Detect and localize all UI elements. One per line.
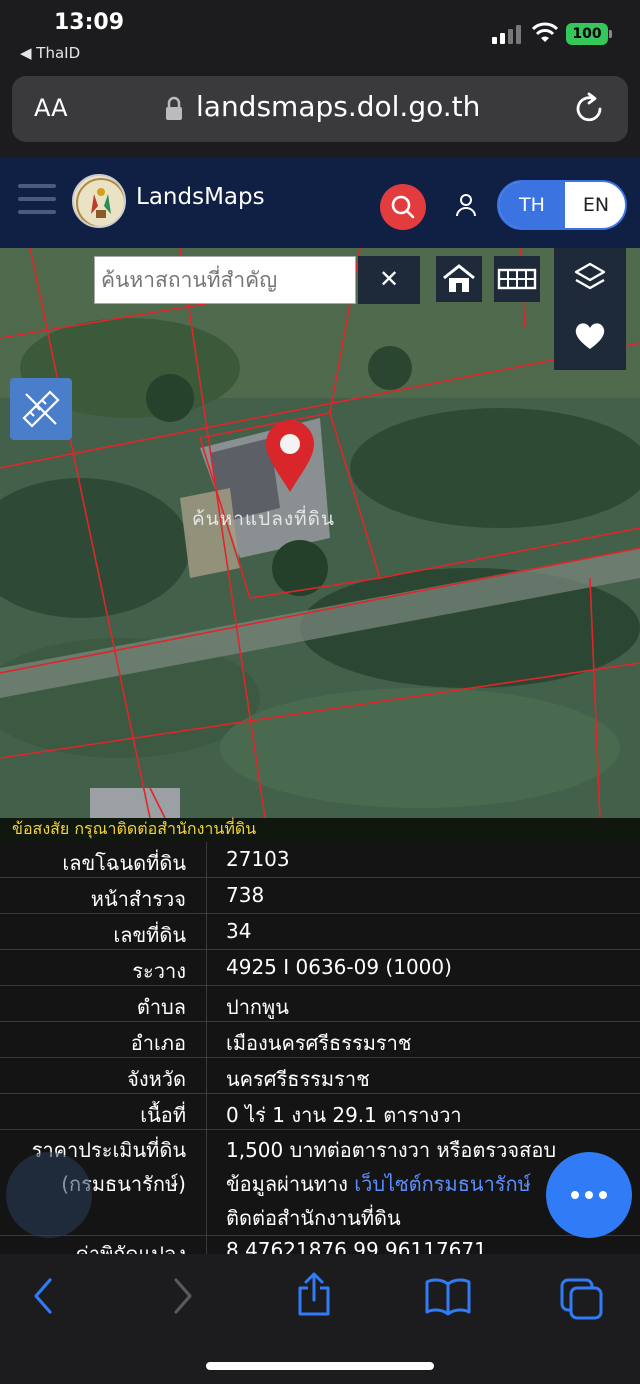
coords-row: ค่าพิกัดแปลง 8.47621876,99.96117671 — [0, 1236, 640, 1254]
tabs-icon[interactable] — [558, 1276, 606, 1320]
reload-icon[interactable] — [572, 92, 606, 126]
row-label: ระวาง — [132, 959, 186, 983]
row-value: นครศรีธรรมราช — [226, 1067, 370, 1091]
signal-icon — [492, 25, 521, 44]
row-value: 27103 — [226, 847, 290, 871]
site-header: LandsMaps TH EN — [0, 158, 640, 248]
back-arrow-icon[interactable] — [28, 1276, 60, 1316]
place-search-input[interactable] — [95, 257, 355, 303]
price-value-line3: ติดต่อสำนักงานที่ดิน — [226, 1206, 401, 1230]
grid-icon — [497, 268, 537, 290]
place-search-box[interactable] — [94, 256, 356, 304]
row-label: เลขโฉนดที่ดิน — [62, 851, 186, 875]
url-text[interactable]: landsmaps.dol.go.th — [196, 90, 480, 123]
language-toggle[interactable]: TH EN — [497, 180, 627, 230]
row-value: 34 — [226, 919, 252, 943]
table-row: ระวาง 4925 I 0636-09 (1000) — [0, 950, 640, 986]
share-icon[interactable] — [294, 1270, 334, 1318]
table-row: หน้าสำรวจ 738 — [0, 878, 640, 914]
table-row: ตำบล ปากพูน — [0, 986, 640, 1022]
row-label: หน้าสำรวจ — [90, 887, 186, 911]
price-value-line2: ข้อมูลผ่านทาง เว็บไซต์กรมธนารักษ์ — [226, 1168, 531, 1200]
row-label: ตำบล — [136, 995, 186, 1019]
row-label: เนื้อที่ — [140, 1103, 186, 1127]
home-button[interactable] — [436, 256, 482, 302]
wifi-icon — [532, 22, 558, 42]
status-time: 13:09 — [54, 10, 125, 35]
location-pin-icon — [266, 420, 314, 492]
coords-link[interactable]: 8.47621876,99.96117671 — [226, 1238, 487, 1254]
grid-button[interactable] — [494, 256, 540, 302]
dol-logo — [72, 174, 126, 228]
parcel-info-table: เลขโฉนดที่ดิน 27103 หน้าสำรวจ 738 เลขที่… — [0, 842, 640, 1254]
row-label: เลขที่ดิน — [113, 923, 186, 947]
battery-indicator: 100 — [566, 23, 608, 45]
row-value: เมืองนครศรีธรรมราช — [226, 1031, 412, 1055]
faded-float-button[interactable] — [6, 1152, 92, 1238]
clear-search-button[interactable]: ✕ — [358, 256, 420, 304]
notice-text: ข้อสงสัย กรุณาติดต่อสำนักงานที่ดิน — [0, 818, 640, 842]
price-value-line1: 1,500 บาทต่อตารางวา หรือตรวจสอบ — [226, 1138, 557, 1162]
table-row: เลขโฉนดที่ดิน 27103 — [0, 842, 640, 878]
measure-tool-button[interactable] — [10, 378, 72, 440]
parcel-map-label: ค้นหาแปลงที่ดิน — [192, 508, 335, 530]
forward-arrow-icon[interactable] — [166, 1276, 198, 1316]
row-value: ปากพูน — [226, 995, 289, 1019]
row-label: จังหวัด — [127, 1067, 186, 1091]
lock-icon — [166, 96, 182, 120]
lang-th-option[interactable]: TH — [499, 182, 565, 228]
search-icon — [391, 195, 415, 219]
coords-label: ค่าพิกัดแปลง — [75, 1242, 187, 1254]
battery-cap — [609, 30, 612, 38]
status-bar: 13:09 ◀ ThaID 100 — [0, 0, 640, 68]
table-row: เนื้อที่ 0 ไร่ 1 งาน 29.1 ตารางวา — [0, 1094, 640, 1130]
ruler-pencil-icon — [22, 390, 60, 428]
map-view[interactable]: ✕ ค้นหาแปลงที่ดิน — [0, 248, 640, 818]
table-row: อำเภอ เมืองนครศรีธรรมราช — [0, 1022, 640, 1058]
address-bar[interactable]: AA landsmaps.dol.go.th — [12, 76, 628, 142]
search-button[interactable] — [380, 184, 426, 230]
browser-address-area: AA landsmaps.dol.go.th — [0, 68, 640, 158]
lang-en-option[interactable]: EN — [565, 182, 625, 228]
home-icon — [443, 264, 475, 292]
menu-icon[interactable] — [18, 184, 56, 216]
row-value: 4925 I 0636-09 (1000) — [226, 955, 452, 979]
map-side-panel — [554, 248, 626, 370]
user-icon[interactable] — [454, 192, 478, 218]
treasury-website-link[interactable]: เว็บไซต์กรมธนารักษ์ — [354, 1172, 531, 1196]
heart-icon[interactable] — [572, 318, 608, 352]
layers-icon[interactable] — [570, 258, 610, 298]
row-value: 0 ไร่ 1 งาน 29.1 ตารางวา — [226, 1103, 462, 1127]
bookmarks-icon[interactable] — [424, 1276, 472, 1316]
more-options-button[interactable] — [546, 1152, 632, 1238]
text-size-button[interactable]: AA — [34, 94, 68, 122]
row-value: 738 — [226, 883, 265, 907]
back-to-app-link[interactable]: ◀ ThaID — [20, 44, 80, 62]
row-label: อำเภอ — [130, 1031, 186, 1055]
table-row: จังหวัด นครศรีธรรมราช — [0, 1058, 640, 1094]
table-row: เลขที่ดิน 34 — [0, 914, 640, 950]
home-indicator — [206, 1362, 434, 1370]
brand-name: LandsMaps — [136, 184, 265, 210]
price-value-prefix: ข้อมูลผ่านทาง — [226, 1172, 355, 1196]
price-row: ราคาประเมินที่ดิน (กรมธนารักษ์) 1,500 บา… — [0, 1130, 640, 1236]
